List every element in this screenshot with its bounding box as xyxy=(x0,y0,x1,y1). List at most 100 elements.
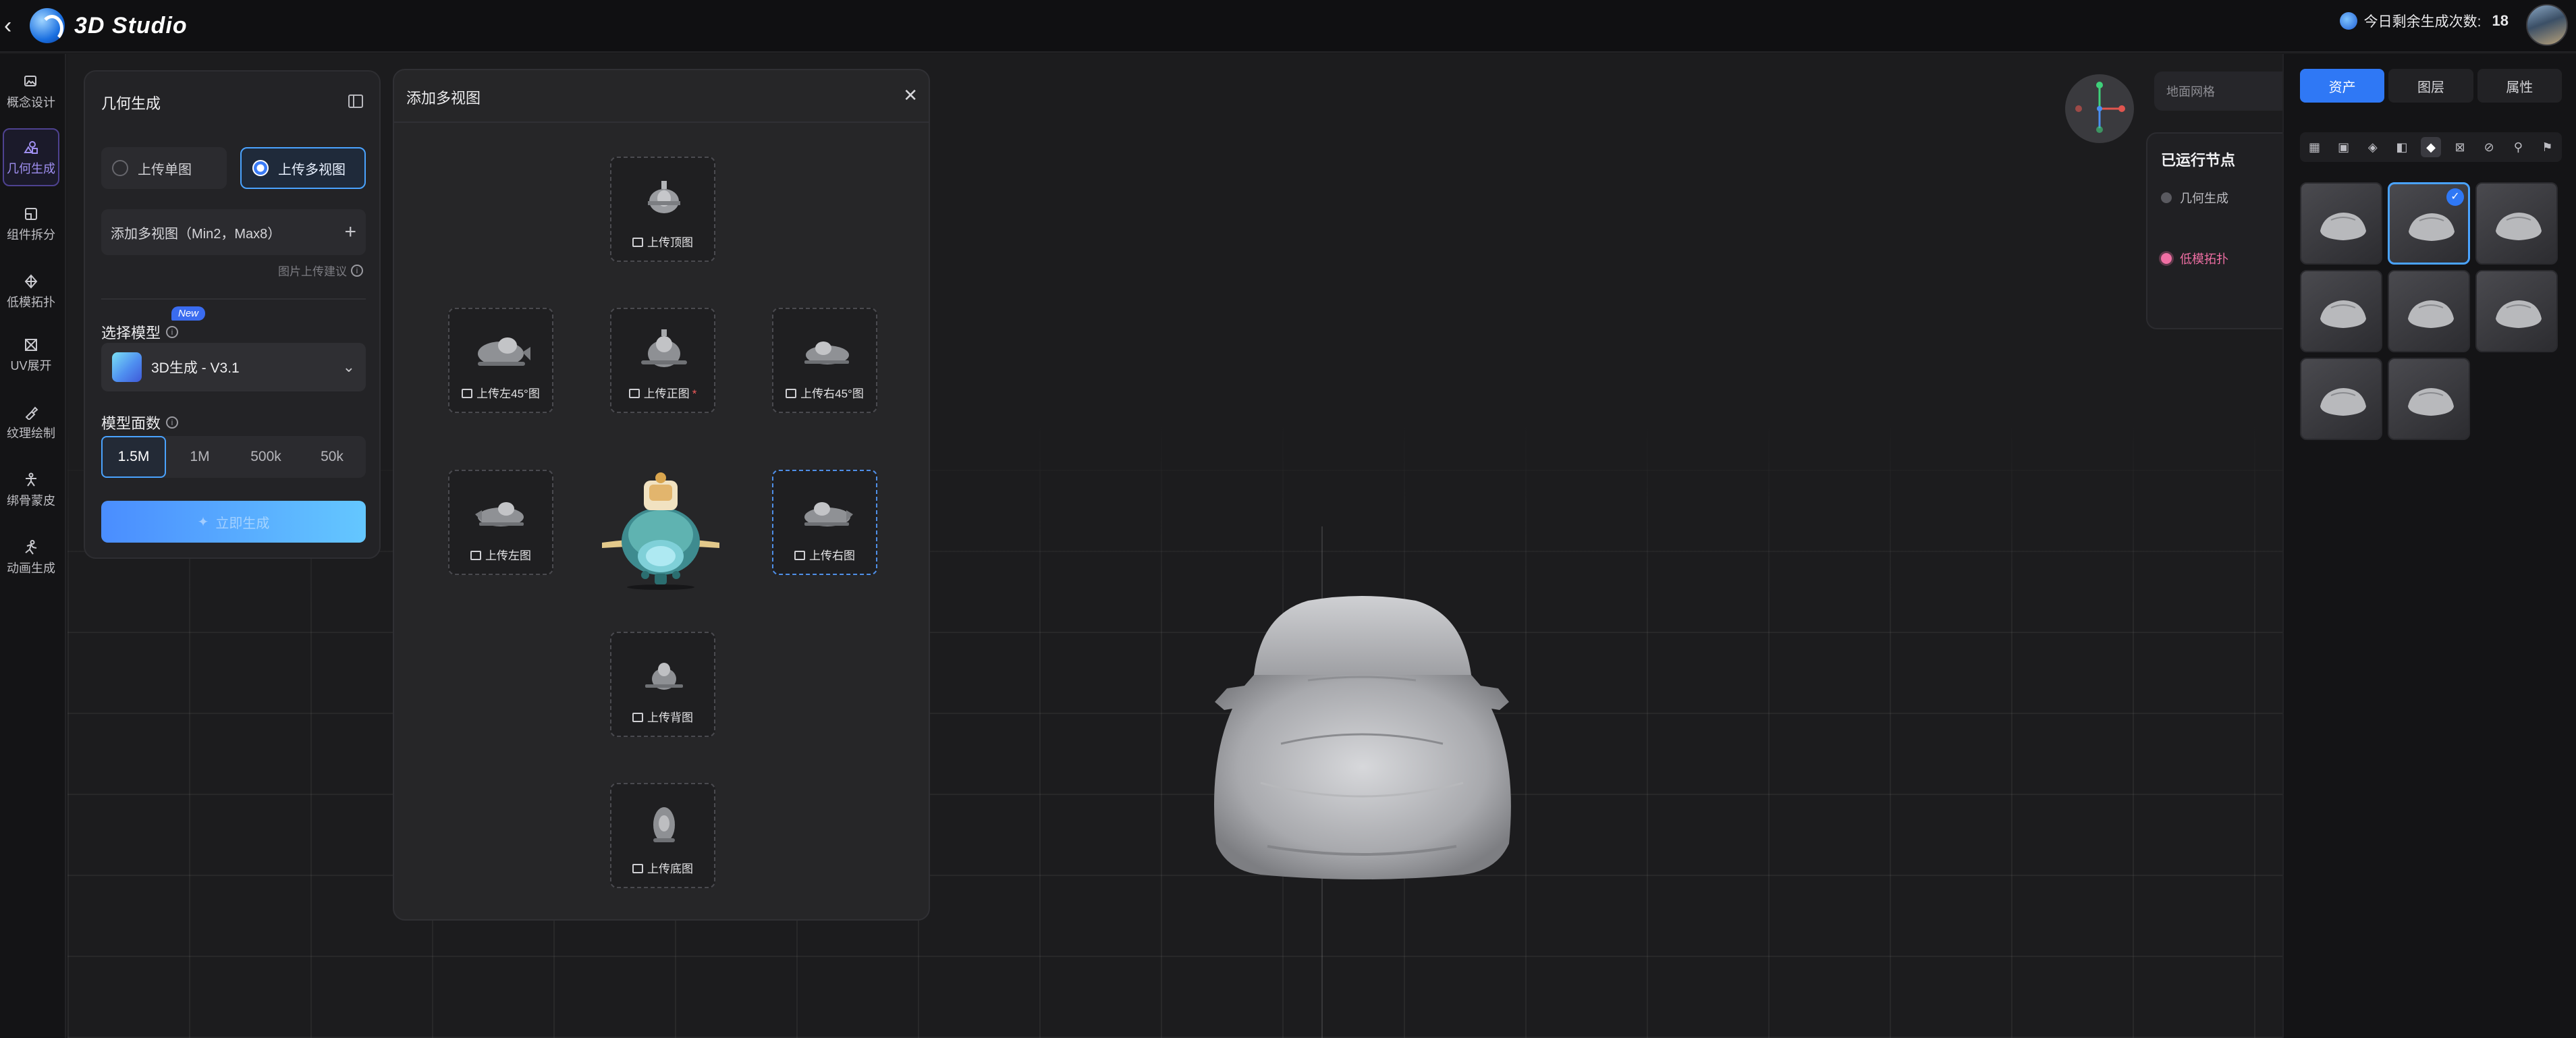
image-icon[interactable]: ▣ xyxy=(2334,137,2354,157)
add-multi-view-button[interactable]: 添加多视图（Min2，Max8） + xyxy=(101,209,366,255)
nav-item-rigging[interactable]: 绑骨蒙皮 xyxy=(3,462,59,520)
upload-tips-link[interactable]: 图片上传建议 i xyxy=(278,262,363,279)
model-label: 选择模型 xyxy=(101,325,161,342)
slot-label: 上传左图 xyxy=(449,546,552,563)
nav-item-animation[interactable]: 动画生成 xyxy=(3,529,59,587)
nav-item-geometry[interactable]: 几何生成 xyxy=(3,128,59,186)
upload-slot-bottom[interactable]: 上传底图 xyxy=(610,783,715,888)
faces-option-500k[interactable]: 500k xyxy=(234,436,298,478)
skeleton-icon[interactable]: ⚲ xyxy=(2508,137,2528,157)
back-icon[interactable]: ‹ xyxy=(4,14,20,37)
upload-slot-top[interactable]: 上传顶图 xyxy=(610,157,715,262)
mode-label: 上传多视图 xyxy=(278,162,346,177)
image-edit-icon xyxy=(24,74,38,89)
orientation-gizmo[interactable] xyxy=(2065,74,2134,143)
panel-title: 几何生成 xyxy=(101,95,161,112)
submarine-right45-thumbnail xyxy=(804,342,849,364)
nav-item-component-split[interactable]: 组件拆分 xyxy=(3,196,59,254)
mesh-icon[interactable]: ◆ xyxy=(2420,137,2441,157)
nav-item-low-poly[interactable]: 低模拓扑 xyxy=(3,263,59,321)
chevron-down-icon: ⌄ xyxy=(342,358,355,375)
car-model-icon xyxy=(2316,204,2369,246)
image-icon xyxy=(628,389,640,398)
asset-thumbnail[interactable] xyxy=(2300,182,2382,265)
tab-assets[interactable]: 资产 xyxy=(2300,69,2385,103)
upload-slot-right-45[interactable]: 上传右45°图 xyxy=(772,308,877,413)
split-icon[interactable]: ◧ xyxy=(2392,137,2412,157)
mode-multi-view[interactable]: 上传多视图 xyxy=(240,147,366,189)
faces-option-50k[interactable]: 50k xyxy=(300,436,364,478)
tab-properties[interactable]: 属性 xyxy=(2477,69,2562,103)
slot-label: 上传底图 xyxy=(611,859,714,876)
asset-thumbnail[interactable] xyxy=(2475,270,2558,352)
close-icon[interactable]: ✕ xyxy=(903,85,918,106)
divider xyxy=(394,121,929,123)
right-panel-tabs: 资产 图层 属性 xyxy=(2300,69,2562,103)
brush-icon[interactable]: ⊘ xyxy=(2479,137,2499,157)
split-icon xyxy=(24,207,38,221)
upload-slot-left-45[interactable]: 上传左45°图 xyxy=(448,308,553,413)
info-icon: i xyxy=(351,264,363,277)
car-model[interactable] xyxy=(1180,560,1544,884)
grid-icon[interactable]: ▦ xyxy=(2305,137,2325,157)
upload-slot-right[interactable]: 上传右图 xyxy=(772,470,877,575)
upload-slot-left[interactable]: 上传左图 xyxy=(448,470,553,575)
slot-label: 上传顶图 xyxy=(611,233,714,250)
sparkle-icon: ✦ xyxy=(197,514,209,530)
app-title: 3D Studio xyxy=(74,12,188,38)
nav-label: 几何生成 xyxy=(7,162,55,175)
asset-thumbnail[interactable] xyxy=(2300,270,2382,352)
asset-thumbnail[interactable] xyxy=(2388,270,2470,352)
upload-slot-back[interactable]: 上传背图 xyxy=(610,632,715,737)
model-select-value: 3D生成 - V3.1 xyxy=(151,360,240,376)
nav-label: 组件拆分 xyxy=(7,228,55,242)
plus-icon: + xyxy=(344,221,356,243)
run-node-low-poly[interactable]: 低模拓扑 xyxy=(2161,250,2282,267)
nav-label: 低模拓扑 xyxy=(7,296,55,309)
user-avatar[interactable] xyxy=(2526,4,2568,46)
new-badge: New xyxy=(171,306,206,321)
nav-item-concept-design[interactable]: 概念设计 xyxy=(3,63,59,121)
faces-option-1-5m[interactable]: 1.5M xyxy=(101,436,166,478)
asset-thumbnail[interactable] xyxy=(2475,182,2558,265)
shapes-icon[interactable]: ◈ xyxy=(2363,137,2383,157)
tab-layers[interactable]: 图层 xyxy=(2388,69,2473,103)
dialog-title: 添加多视图 xyxy=(406,90,481,107)
image-icon xyxy=(632,238,643,247)
credits-label: 今日剩余生成次数: xyxy=(2363,14,2482,30)
collapse-panel-icon[interactable] xyxy=(348,94,363,108)
nav-label: 动画生成 xyxy=(7,562,55,575)
generate-button[interactable]: ✦ 立即生成 xyxy=(101,501,366,543)
asset-thumbnail[interactable] xyxy=(2388,358,2470,440)
asset-thumbnail[interactable] xyxy=(2300,358,2382,440)
model-select[interactable]: 3D生成 - V3.1 ⌄ xyxy=(101,343,366,391)
uv-icon[interactable]: ⊠ xyxy=(2450,137,2470,157)
check-icon: ✓ xyxy=(2446,188,2464,206)
mode-single-image[interactable]: 上传单图 xyxy=(101,147,227,189)
slot-label: 上传左45°图 xyxy=(449,384,552,401)
image-icon xyxy=(462,389,473,398)
left-nav: 概念设计 几何生成 组件拆分 低模拓扑 UV展开 纹理绘制 绑骨蒙皮 动画生成 xyxy=(0,54,66,1038)
slot-label: 上传正图 * xyxy=(611,384,714,401)
credits-indicator: 今日剩余生成次数: 18 xyxy=(2339,11,2509,31)
run-node-geometry[interactable]: 几何生成 xyxy=(2161,189,2282,207)
nav-item-uv-unwrap[interactable]: UV展开 xyxy=(3,327,59,385)
faces-option-1m[interactable]: 1M xyxy=(167,436,232,478)
model-thumbnail xyxy=(112,352,142,382)
submarine-top-thumbnail xyxy=(648,181,680,213)
info-icon[interactable]: i xyxy=(166,326,179,338)
info-icon[interactable]: i xyxy=(166,416,179,429)
radio-icon xyxy=(112,160,128,176)
submarine-left45-thumbnail xyxy=(478,337,530,366)
upload-slot-front[interactable]: 上传正图 * xyxy=(610,308,715,413)
image-icon xyxy=(786,389,797,398)
asset-thumbnail-selected[interactable]: ✓ xyxy=(2388,182,2470,265)
ground-grid-toggle[interactable]: 地面网格 xyxy=(2154,72,2282,111)
nav-label: 概念设计 xyxy=(7,96,55,109)
radio-checked-icon xyxy=(252,160,269,176)
run-icon[interactable]: ⚑ xyxy=(2537,137,2557,157)
run-nodes-header[interactable]: 已运行节点 ︿ xyxy=(2161,148,2282,170)
asset-filter-bar: ▦ ▣ ◈ ◧ ◆ ⊠ ⊘ ⚲ ⚑ xyxy=(2300,132,2562,162)
nav-label: 绑骨蒙皮 xyxy=(7,494,55,508)
nav-item-texture[interactable]: 纹理绘制 xyxy=(3,394,59,452)
